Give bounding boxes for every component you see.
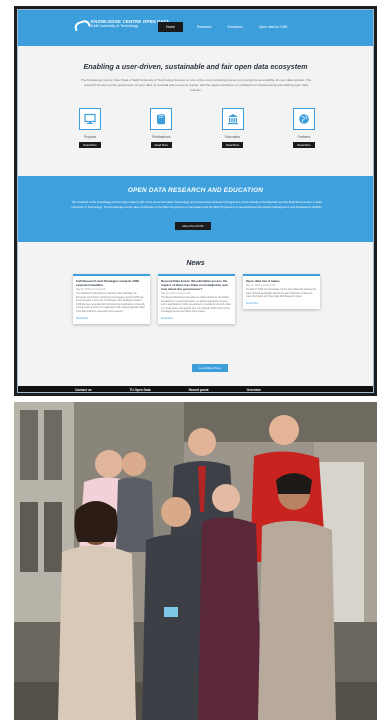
news-card-read-more[interactable]: Read More <box>246 302 317 305</box>
globe-icon <box>299 114 309 124</box>
feature-icon-box[interactable] <box>79 108 101 130</box>
news-card[interactable]: Open data has 3 mates May 17, 2019 Comme… <box>243 274 320 309</box>
news-card-body: The Beyond Data Event was about to impac… <box>161 297 231 314</box>
footer-links: Contact us TU Open Data Recent posts Ove… <box>75 388 299 392</box>
main-nav: Home Research Education Open data for De… <box>158 22 301 32</box>
webpage: KNOWLEDGE CENTRE OPEN DATA Delft Univers… <box>17 9 374 393</box>
intro-title: Enabling a user-driven, sustainable and … <box>83 62 308 71</box>
feature-icon-box[interactable] <box>221 108 244 130</box>
feature-projects: Projects Read More <box>70 108 110 148</box>
feature-label: Education <box>225 135 241 139</box>
news-card[interactable]: Beyond Data Event: Should tablet access … <box>158 274 235 324</box>
news-card-body: The deadline for submitting an abstract … <box>76 293 145 313</box>
nav-item-research[interactable]: Research <box>195 22 214 32</box>
read-more-button[interactable]: Read More <box>150 142 172 148</box>
nav-item-education[interactable]: Education <box>226 22 245 32</box>
news-title: News <box>186 260 205 267</box>
feature-education: Education Read More <box>213 108 253 148</box>
intro-text: The Knowledge Centre Open Data of Delft … <box>80 78 312 93</box>
news-card[interactable]: Call Research and Strategies towards 203… <box>73 274 150 324</box>
feature-label: Projects <box>83 135 97 139</box>
team-photo <box>14 402 377 720</box>
news-card-title[interactable]: Call Research and Strategies towards 203… <box>76 279 147 287</box>
feature-publications: Publications Read More <box>141 108 181 148</box>
footer-link-contact[interactable]: Contact us <box>75 388 91 392</box>
news-card-read-more[interactable]: Read More <box>161 317 232 320</box>
footer-link-overview[interactable]: Overview <box>247 388 261 392</box>
nav-item-open-data-delft[interactable]: Open data for Delft <box>257 22 290 32</box>
site-logo[interactable]: KNOWLEDGE CENTRE OPEN DATA Delft Univers… <box>74 19 169 29</box>
news-cards: Call Research and Strategies towards 203… <box>73 274 320 324</box>
research-band: OPEN DATA RESEARCH AND EDUCATION The res… <box>18 176 373 242</box>
read-more-button[interactable]: Read More <box>293 142 315 148</box>
logo-icon <box>74 19 88 29</box>
news-card-title[interactable]: Open data has 3 mates <box>246 279 317 283</box>
feature-partners: Partners Read More <box>284 108 324 148</box>
news-card-meta: May 24, 2019 Comments Off <box>161 293 191 295</box>
feature-row: Projects Read More Publications Read Mor… <box>70 108 324 148</box>
team-photo-illustration <box>14 402 377 720</box>
news-card-title[interactable]: Beyond Data Event: Should tablet access … <box>161 279 232 291</box>
footer-link-tu-open-data[interactable]: TU Open Data <box>129 388 150 392</box>
news-card-read-more[interactable]: Read More <box>76 317 147 320</box>
site-footer: Contact us TU Open Data Recent posts Ove… <box>18 386 373 392</box>
website-screenshot: KNOWLEDGE CENTRE OPEN DATA Delft Univers… <box>14 6 377 396</box>
news-card-body: On April 17 2019, the Knowledge Centre O… <box>246 289 317 299</box>
feature-label: Publications <box>152 135 171 139</box>
band-text: The research of the Knowledge Centre Ope… <box>70 200 323 209</box>
load-more-button[interactable]: Load More Posts <box>192 364 228 372</box>
band-title: OPEN DATA RESEARCH AND EDUCATION <box>127 187 264 194</box>
monitor-icon <box>84 113 96 124</box>
news-card-meta: May 29, 2019 Comments Off <box>76 289 106 291</box>
feature-icon-box[interactable] <box>150 108 173 130</box>
book-icon <box>157 114 166 125</box>
about-button[interactable]: About the KCOD <box>175 222 211 230</box>
site-header: KNOWLEDGE CENTRE OPEN DATA Delft Univers… <box>18 10 373 46</box>
feature-label: Partners <box>297 135 311 139</box>
read-more-button[interactable]: Read More <box>79 142 101 148</box>
feature-icon-box[interactable] <box>292 108 315 130</box>
read-more-button[interactable]: Read More <box>222 142 244 148</box>
news-card-meta: May 17, 2019 Comments Off <box>246 285 276 287</box>
footer-link-recent-posts[interactable]: Recent posts <box>189 388 209 392</box>
institution-icon <box>227 114 238 125</box>
nav-item-home[interactable]: Home <box>158 22 184 32</box>
